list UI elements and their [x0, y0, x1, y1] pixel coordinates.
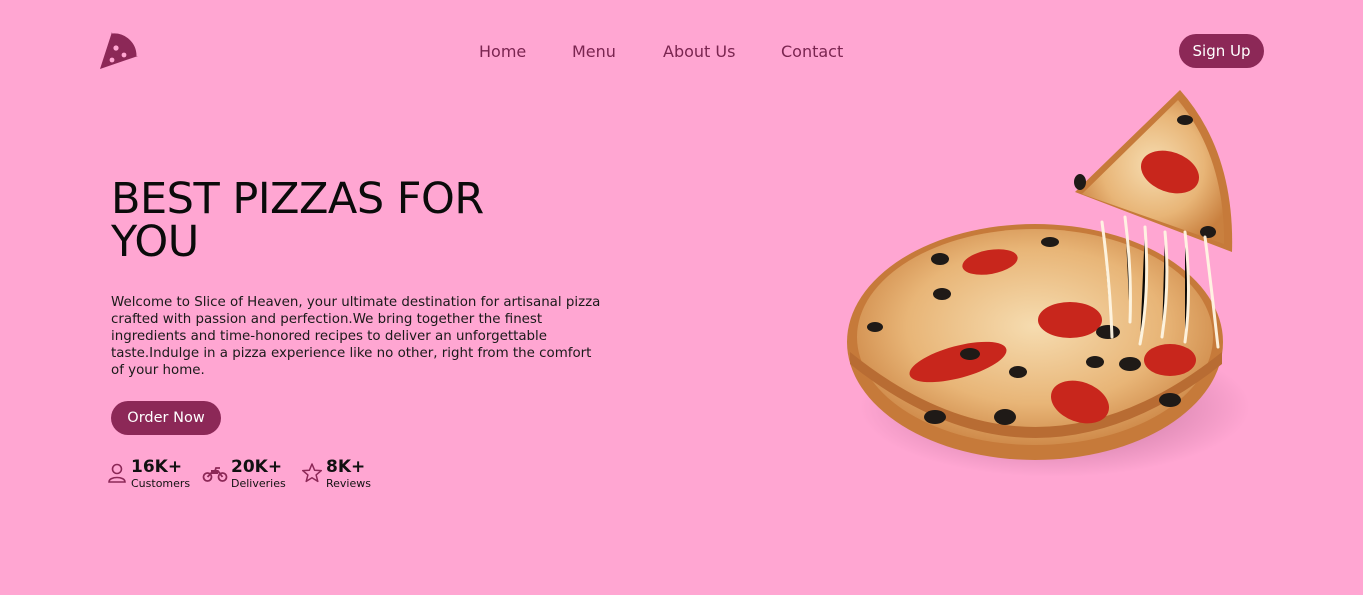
- stat-value: 20K+: [231, 457, 283, 477]
- stat-value: 16K+: [131, 457, 183, 477]
- motorbike-icon: [202, 467, 228, 482]
- stat-value: 8K+: [326, 457, 366, 477]
- nav-menu[interactable]: Menu: [572, 42, 616, 61]
- user-icon: [108, 463, 126, 483]
- star-icon: [301, 463, 323, 483]
- order-now-button[interactable]: Order Now: [111, 401, 221, 435]
- stat-label: Deliveries: [231, 477, 286, 490]
- logo[interactable]: [96, 28, 140, 72]
- sign-up-button[interactable]: Sign Up: [1179, 34, 1264, 68]
- stat-reviews: 8K+ Reviews: [301, 457, 371, 491]
- stat-label: Reviews: [326, 477, 371, 490]
- nav-contact[interactable]: Contact: [781, 42, 843, 61]
- stat-deliveries: 20K+ Deliveries: [202, 457, 286, 491]
- hero-title: BEST PIZZAS FOR YOU: [111, 174, 484, 267]
- stat-label: Customers: [131, 477, 191, 490]
- nav-home[interactable]: Home: [479, 42, 526, 61]
- hero-pizza-image: [847, 90, 1250, 477]
- nav-about-us[interactable]: About Us: [663, 42, 735, 61]
- hero-description: Welcome to Slice of Heaven, your ultimat…: [111, 295, 601, 378]
- stat-customers: 16K+ Customers: [106, 457, 190, 491]
- pizza-slice-icon: [100, 30, 140, 69]
